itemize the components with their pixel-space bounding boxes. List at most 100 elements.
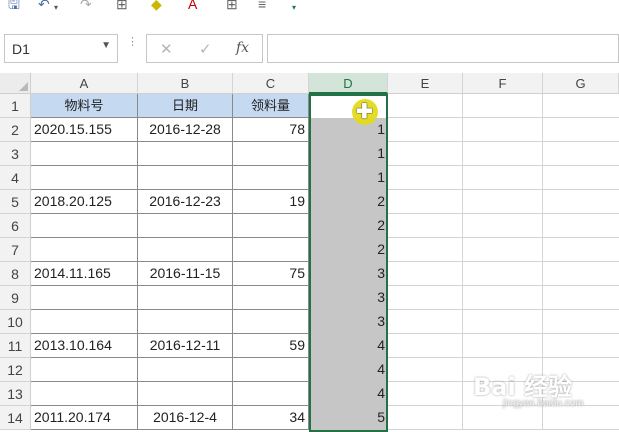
row-header[interactable]: 14 <box>0 406 31 430</box>
cell-c10[interactable] <box>233 310 309 334</box>
cell-empty[interactable] <box>543 94 619 118</box>
cell-d3[interactable]: 1 <box>309 142 388 166</box>
row-header[interactable]: 11 <box>0 334 31 358</box>
chevron-down-icon[interactable]: ▼ <box>101 40 111 51</box>
cell-b11[interactable]: 2016-12-11 <box>138 334 233 358</box>
row-header[interactable]: 10 <box>0 310 31 334</box>
customize-icon[interactable]: ▾ <box>292 0 296 16</box>
cell-empty[interactable] <box>463 286 543 310</box>
cell-empty[interactable] <box>388 94 463 118</box>
cell-c5[interactable]: 19 <box>233 190 309 214</box>
font-color-icon[interactable]: A <box>188 0 197 12</box>
cell-empty[interactable] <box>543 406 619 430</box>
cell-c14[interactable]: 34 <box>233 406 309 430</box>
cell-empty[interactable] <box>388 214 463 238</box>
enter-icon[interactable]: ✓ <box>199 40 212 58</box>
cell-d4[interactable]: 1 <box>309 166 388 190</box>
cell-empty[interactable] <box>463 406 543 430</box>
cell-empty[interactable] <box>543 286 619 310</box>
cell-a11[interactable]: 2013.10.164 <box>31 334 138 358</box>
align-icon[interactable]: ≡ <box>258 0 266 12</box>
cell-d10[interactable]: 3 <box>309 310 388 334</box>
row-header[interactable]: 5 <box>0 190 31 214</box>
cell-a3[interactable] <box>31 142 138 166</box>
fill-color-icon[interactable]: ◆ <box>151 0 162 12</box>
cell-empty[interactable] <box>463 142 543 166</box>
cell-a2[interactable]: 2020.15.155 <box>31 118 138 142</box>
cell-empty[interactable] <box>388 142 463 166</box>
cell-empty[interactable] <box>388 334 463 358</box>
cell-empty[interactable] <box>388 238 463 262</box>
cell-b13[interactable] <box>138 382 233 406</box>
cell-a10[interactable] <box>31 310 138 334</box>
borders-icon[interactable]: ⊞ <box>116 0 128 12</box>
cell-empty[interactable] <box>543 166 619 190</box>
cell-d9[interactable]: 3 <box>309 286 388 310</box>
cell-a1[interactable]: 物料号 <box>31 94 138 118</box>
cell-d7[interactable]: 2 <box>309 238 388 262</box>
cell-c7[interactable] <box>233 238 309 262</box>
row-header[interactable]: 13 <box>0 382 31 406</box>
cell-b5[interactable]: 2016-12-23 <box>138 190 233 214</box>
cell-b2[interactable]: 2016-12-28 <box>138 118 233 142</box>
cell-empty[interactable] <box>543 190 619 214</box>
row-header[interactable]: 6 <box>0 214 31 238</box>
cell-empty[interactable] <box>388 382 463 406</box>
cell-a13[interactable] <box>31 382 138 406</box>
cell-empty[interactable] <box>463 190 543 214</box>
save-icon[interactable]: 🖫 <box>8 0 20 12</box>
cell-empty[interactable] <box>388 262 463 286</box>
name-box[interactable]: D1 ▼ <box>4 34 118 63</box>
row-header[interactable]: 8 <box>0 262 31 286</box>
cell-empty[interactable] <box>463 310 543 334</box>
cell-c9[interactable] <box>233 286 309 310</box>
cell-empty[interactable] <box>543 142 619 166</box>
column-header-b[interactable]: B <box>138 73 233 94</box>
formula-input[interactable] <box>267 34 619 63</box>
table-icon[interactable]: ⊞ <box>226 0 238 12</box>
undo-dropdown-icon[interactable]: ▾ <box>54 0 58 16</box>
cell-empty[interactable] <box>463 94 543 118</box>
cell-empty[interactable] <box>543 118 619 142</box>
cell-c12[interactable] <box>233 358 309 382</box>
cell-d5[interactable]: 2 <box>309 190 388 214</box>
cell-empty[interactable] <box>388 406 463 430</box>
cell-empty[interactable] <box>463 334 543 358</box>
cell-b6[interactable] <box>138 214 233 238</box>
cell-d11[interactable]: 4 <box>309 334 388 358</box>
cell-b12[interactable] <box>138 358 233 382</box>
undo-icon[interactable]: ↶ <box>38 0 50 12</box>
cell-d2[interactable]: 1 <box>309 118 388 142</box>
cell-b4[interactable] <box>138 166 233 190</box>
column-header-a[interactable]: A <box>31 73 138 94</box>
cell-c1[interactable]: 领料量 <box>233 94 309 118</box>
cell-empty[interactable] <box>543 334 619 358</box>
row-header[interactable]: 12 <box>0 358 31 382</box>
cell-empty[interactable] <box>388 166 463 190</box>
select-all-button[interactable] <box>0 73 31 94</box>
cell-empty[interactable] <box>388 358 463 382</box>
cell-c6[interactable] <box>233 214 309 238</box>
row-header[interactable]: 7 <box>0 238 31 262</box>
cell-d13[interactable]: 4 <box>309 382 388 406</box>
column-header-g[interactable]: G <box>543 73 619 94</box>
cell-empty[interactable] <box>463 166 543 190</box>
cell-empty[interactable] <box>463 214 543 238</box>
cell-d8[interactable]: 3 <box>309 262 388 286</box>
cell-a9[interactable] <box>31 286 138 310</box>
column-header-c[interactable]: C <box>233 73 309 94</box>
cancel-icon[interactable]: ✕ <box>160 40 173 58</box>
cell-b7[interactable] <box>138 238 233 262</box>
cell-c8[interactable]: 75 <box>233 262 309 286</box>
column-header-f[interactable]: F <box>463 73 543 94</box>
cell-empty[interactable] <box>543 262 619 286</box>
cell-a14[interactable]: 2011.20.174 <box>31 406 138 430</box>
cell-empty[interactable] <box>463 118 543 142</box>
cell-c3[interactable] <box>233 142 309 166</box>
column-header-d[interactable]: D <box>309 73 388 94</box>
cell-a7[interactable] <box>31 238 138 262</box>
row-header[interactable]: 1 <box>0 94 31 118</box>
row-header[interactable]: 3 <box>0 142 31 166</box>
cell-a5[interactable]: 2018.20.125 <box>31 190 138 214</box>
cell-b1[interactable]: 日期 <box>138 94 233 118</box>
